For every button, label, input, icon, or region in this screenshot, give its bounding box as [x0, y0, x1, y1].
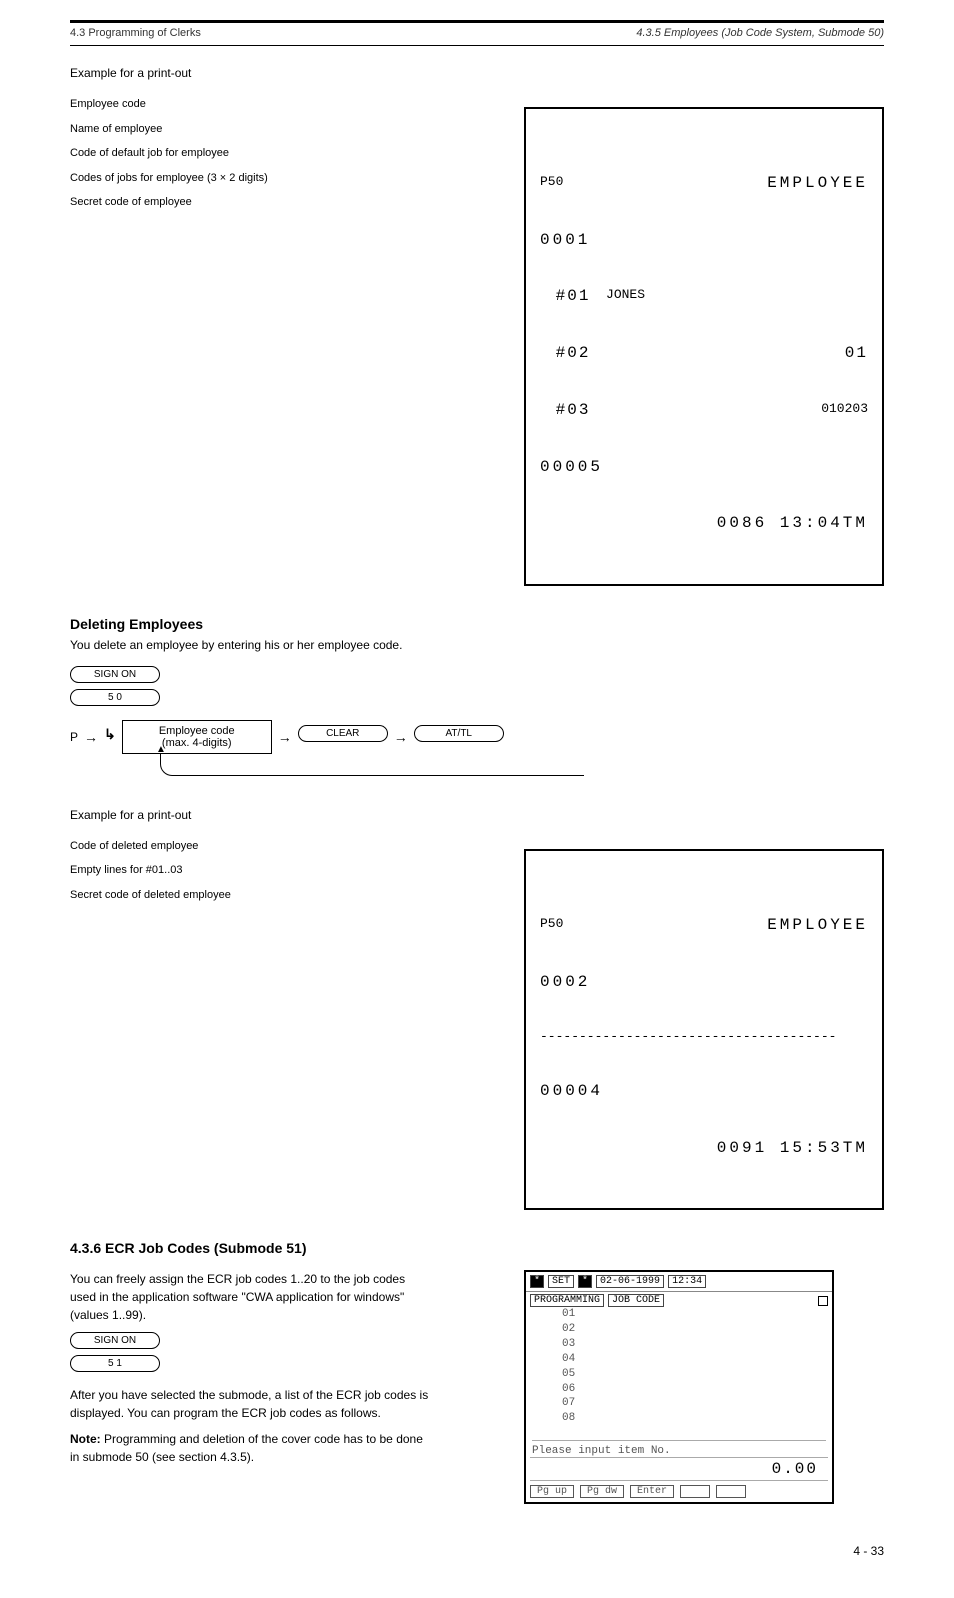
arrow-icon [84, 729, 98, 745]
ra-code: 0001 [540, 230, 590, 252]
page-number: 4 - 33 [70, 1544, 884, 1558]
ra-row1-r: 01 [845, 343, 868, 365]
header-left: 4.3 Programming of Clerks [70, 27, 201, 39]
rb-trailer: 00004 [540, 1081, 603, 1103]
anno-a-2: Code of default job for employee [70, 145, 430, 162]
arrow-icon-3 [394, 729, 408, 745]
soft-blank-1[interactable] [680, 1485, 710, 1498]
ra-row1-idx: #02 [556, 343, 591, 365]
rb-title: EMPLOYEE [767, 915, 868, 937]
soft-blank-2[interactable] [716, 1485, 746, 1498]
note-text: Programming and deletion of the cover co… [70, 1432, 423, 1464]
example-a-title: Example for a print-out [70, 66, 884, 80]
list-item[interactable]: 04 [562, 1352, 828, 1367]
top-rule [70, 20, 884, 23]
proc-step1: Employee code (max. 4-digits) [122, 720, 272, 754]
ra-row2-idx: #03 [556, 400, 591, 422]
proc-start: P [70, 730, 78, 744]
sect51-note: Note: Programming and deletion of the co… [70, 1430, 430, 1466]
list-item[interactable]: 01 [562, 1307, 828, 1322]
screen-topbar: * SET * 02-06-1999 12:34 [526, 1272, 832, 1292]
register-screen: * SET * 02-06-1999 12:34 PROGRAMMING JOB… [524, 1270, 834, 1504]
soft-pgdw[interactable]: Pg dw [580, 1485, 624, 1498]
anno-b-2: Secret code of deleted employee [70, 887, 430, 904]
example-b-row: Code of deleted employee Empty lines for… [70, 830, 884, 1210]
anno-b-0: Code of deleted employee [70, 838, 430, 855]
del-title: Deleting Employees [70, 616, 884, 632]
receipt-b: P50 EMPLOYEE 0002 ----------------------… [524, 850, 884, 1210]
ra-p50: P50 [540, 173, 563, 195]
screen-softkeys: Pg up Pg dw Enter [526, 1481, 832, 1502]
ra-row0-idx: #01 [556, 286, 591, 308]
chip-bullet-l: * [530, 1275, 544, 1288]
soft-enter[interactable]: Enter [630, 1485, 674, 1498]
list-item[interactable]: 07 [562, 1396, 828, 1411]
del-proc: P Employee code (max. 4-digits) CLEAR AT… [70, 720, 884, 754]
del-keys: SIGN ON 5 0 [70, 666, 884, 712]
ra-title: EMPLOYEE [767, 173, 868, 195]
rb-footer: 0091 15:53TM [717, 1138, 868, 1160]
anno-a-3: Codes of jobs for employee (3 × 2 digits… [70, 170, 430, 187]
anno-a-0: Employee code [70, 96, 430, 113]
list-item[interactable]: 06 [562, 1382, 828, 1397]
list-item[interactable]: 08 [562, 1411, 828, 1426]
key-sign-on[interactable]: SIGN ON [70, 666, 160, 683]
crumb-programming: PROGRAMMING [530, 1294, 604, 1307]
rb-code: 0002 [540, 972, 590, 994]
crumb-jobcode: JOB CODE [608, 1294, 664, 1307]
anno-a-1: Name of employee [70, 121, 430, 138]
loop-back-arc [160, 754, 584, 776]
rb-dash: -------------------------------------- [540, 1028, 836, 1046]
chip-date: 02-06-1999 [596, 1275, 664, 1288]
header-right: 4.3.5 Employees (Job Code System, Submod… [636, 27, 884, 39]
del-sub: You delete an employee by entering his o… [70, 638, 884, 652]
screen-prompt: Please input item No. [526, 1445, 832, 1457]
chip-bullet-r: * [578, 1275, 592, 1288]
sect51-para2: After you have selected the submode, a l… [70, 1386, 430, 1422]
screen-value-frame: 0.00 [530, 1457, 828, 1481]
anno-a-4: Secret code of employee [70, 194, 430, 211]
ra-footer: 0086 13:04TM [717, 513, 868, 535]
receipt-a: P50 EMPLOYEE 0001 #01 JONES #02 01 #03 010… [524, 108, 884, 586]
sect51-row: You can freely assign the ECR job codes … [70, 1262, 884, 1504]
thin-rule [70, 45, 884, 46]
scroll-indicator-icon [818, 1296, 828, 1306]
sect51-title: 4.3.6 ECR Job Codes (Submode 51) [70, 1240, 884, 1256]
note-label: Note: [70, 1432, 101, 1446]
sect51-keys: SIGN ON 5 1 [70, 1332, 494, 1378]
list-item[interactable]: 03 [562, 1337, 828, 1352]
page-header: 4.3 Programming of Clerks 4.3.5 Employee… [70, 27, 884, 39]
arrow-icon-2 [278, 729, 292, 745]
screen-crumbs: PROGRAMMING JOB CODE [526, 1292, 832, 1307]
soft-pgup[interactable]: Pg up [530, 1485, 574, 1498]
anno-b-1: Empty lines for #01..03 [70, 862, 430, 879]
chip-time: 12:34 [668, 1275, 706, 1288]
key-attl[interactable]: AT/TL [414, 725, 504, 742]
example-a-row: Employee code Name of employee Code of d… [70, 88, 884, 586]
ra-row0-name: JONES [606, 286, 645, 308]
list-item[interactable]: 05 [562, 1367, 828, 1382]
sect51-para1: You can freely assign the ECR job codes … [70, 1270, 430, 1324]
screen-divider [532, 1440, 826, 1441]
key-50[interactable]: 5 0 [70, 689, 160, 706]
key-sign-on-2[interactable]: SIGN ON [70, 1332, 160, 1349]
ra-trailer: 00005 [540, 457, 603, 479]
list-item[interactable]: 02 [562, 1322, 828, 1337]
screen-list[interactable]: 01 02 03 04 05 06 07 08 [526, 1307, 832, 1430]
key-clear[interactable]: CLEAR [298, 725, 388, 742]
rb-p50: P50 [540, 915, 563, 937]
arrow-branch-icon [104, 728, 116, 745]
screen-value: 0.00 [530, 1458, 828, 1480]
key-51[interactable]: 5 1 [70, 1355, 160, 1372]
chip-set: SET [548, 1275, 574, 1288]
example-b-title: Example for a print-out [70, 808, 884, 822]
ra-row2-r: 010203 [821, 400, 868, 422]
